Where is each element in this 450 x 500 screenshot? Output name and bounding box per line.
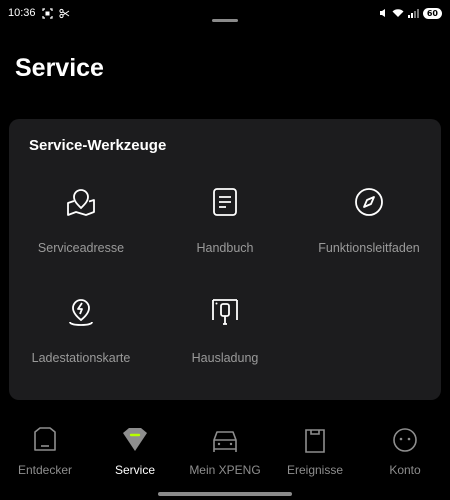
tool-label: Ladestationskarte — [31, 351, 131, 365]
nav-entdecker[interactable]: Entdecker — [0, 426, 90, 482]
tool-label: Hausladung — [191, 351, 259, 365]
nav-label: Ereignisse — [286, 463, 344, 477]
discover-icon — [34, 427, 56, 451]
tool-hausladung[interactable]: Hausladung — [153, 295, 297, 395]
nav-label: Konto — [389, 463, 421, 477]
nav-service[interactable]: Service — [90, 426, 180, 482]
signal-icon — [407, 9, 419, 18]
scissors-icon — [58, 8, 69, 18]
tool-handbuch[interactable]: Handbuch — [153, 185, 297, 285]
home-charger-icon — [212, 299, 238, 325]
manual-icon — [213, 188, 237, 216]
nav-label: Entdecker — [17, 463, 73, 477]
nav-label: Mein XPENG — [189, 463, 261, 477]
bottom-nav: Entdecker Service Mein XPENG Ereignisse — [0, 418, 450, 500]
tool-label: Serviceadresse — [37, 241, 125, 255]
status-time: 10:36 — [8, 7, 36, 19]
home-indicator[interactable] — [158, 492, 292, 496]
tool-label: Funktionsleitfaden — [318, 241, 420, 255]
compass-icon — [355, 188, 383, 216]
status-left: 10:36 — [8, 7, 70, 19]
events-icon — [305, 429, 325, 453]
charging-location-icon — [69, 299, 93, 326]
tool-funktionsleitfaden[interactable]: Funktionsleitfaden — [297, 185, 441, 285]
tool-serviceadresse[interactable]: Serviceadresse — [9, 185, 153, 285]
screenshot-icon — [41, 7, 53, 19]
tool-label: Handbuch — [196, 241, 254, 255]
drag-handle[interactable] — [212, 19, 238, 22]
status-right: 60 — [379, 7, 442, 19]
battery-icon: 60 — [422, 7, 442, 19]
nav-konto[interactable]: Konto — [360, 426, 450, 482]
car-icon — [213, 431, 237, 452]
page-title: Service — [15, 54, 104, 82]
service-icon — [123, 428, 147, 451]
wifi-icon — [392, 9, 404, 17]
account-icon — [393, 428, 417, 452]
card-title: Service-Werkzeuge — [29, 137, 167, 154]
nav-mein-xpeng[interactable]: Mein XPENG — [180, 426, 270, 482]
mute-icon — [379, 9, 385, 17]
nav-label: Service — [114, 463, 155, 477]
nav-ereignisse[interactable]: Ereignisse — [270, 426, 360, 482]
map-pin-icon — [67, 189, 95, 216]
tool-ladestationskarte[interactable]: Ladestationskarte — [9, 295, 153, 395]
status-bar: 10:36 60 — [0, 0, 450, 26]
service-tools-card: Service-Werkzeuge Serviceadresse Handbuc… — [9, 119, 441, 400]
